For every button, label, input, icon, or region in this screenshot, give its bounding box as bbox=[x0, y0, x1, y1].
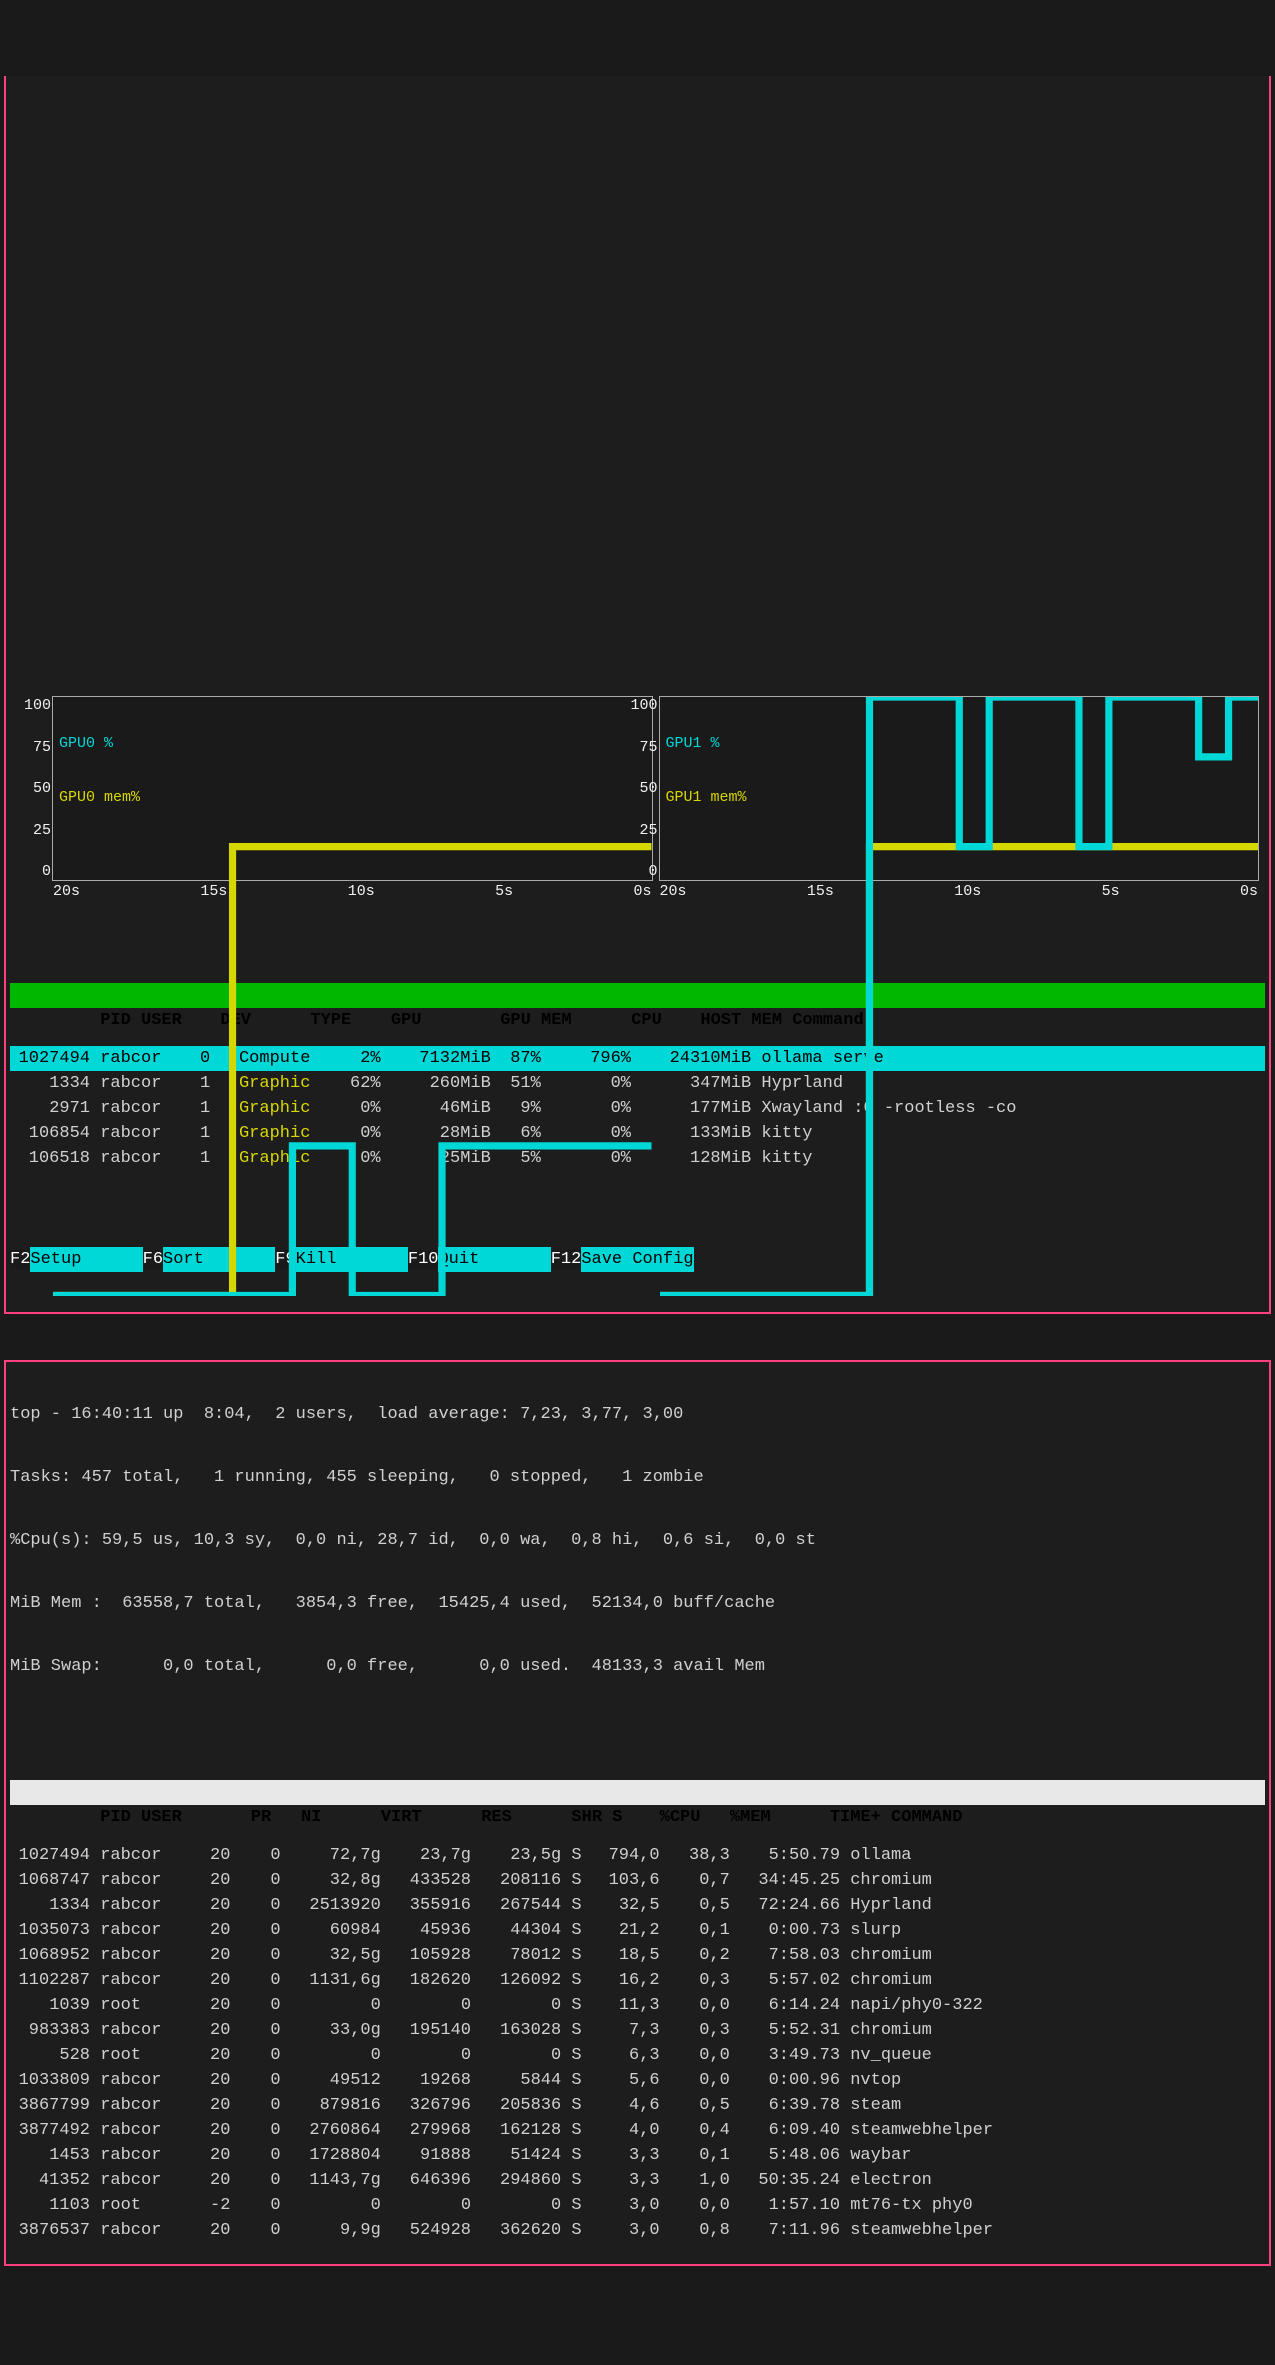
device0-line1: Device 0 [NVIDIA GeForce RTX 3070 Ti Lap… bbox=[10, 154, 1265, 179]
x-axis-labels: 20s15s10s5s0s bbox=[660, 883, 1259, 900]
top-proc-row[interactable]: 1027494 rabcor 20 0 72,7g 23,7g 23,5g S … bbox=[10, 1843, 1265, 1868]
gpu0-chart: 1007550250 GPU0 % GPU0 mem% 20s15s10s5s0… bbox=[52, 696, 653, 881]
x-axis-labels: 20s15s10s5s0s bbox=[53, 883, 652, 900]
gpu0-plot bbox=[53, 697, 652, 1296]
top-proc-row[interactable]: 1068747 rabcor 20 0 32,8g 433528 208116 … bbox=[10, 1868, 1265, 1893]
gpu1-chart: 1007550250 GPU1 % GPU1 mem% 20s15s10s5s0… bbox=[659, 696, 1260, 881]
nvtop-panel: Device 0 [NVIDIA GeForce RTX 3070 Ti Lap… bbox=[4, 76, 1271, 1314]
top-proc-row[interactable]: 1039 root 20 0 0 0 0 S 11,3 0,0 6:14.24 … bbox=[10, 1993, 1265, 2018]
top-proc-row[interactable]: 3876537 rabcor 20 0 9,9g 524928 362620 S… bbox=[10, 2218, 1265, 2243]
fkey-label: F2 bbox=[10, 1250, 30, 1269]
top-summary-line: top - 16:40:11 up 8:04, 2 users, load av… bbox=[10, 1402, 1265, 1427]
device0-bars: GPU[|2%] MEM[|||||||||||||||||||||||||||… bbox=[10, 280, 1265, 305]
gpu1-plot bbox=[660, 697, 1259, 1296]
top-proc-table: 1027494 rabcor 20 0 72,7g 23,7g 23,5g S … bbox=[10, 1843, 1265, 2243]
y-axis-labels: 1007550250 bbox=[17, 697, 51, 880]
top-proc-row[interactable]: 983383 rabcor 20 0 33,0g 195140 163028 S… bbox=[10, 2018, 1265, 2043]
top-proc-row[interactable]: 528 root 20 0 0 0 0 S 6,3 0,0 3:49.73 nv… bbox=[10, 2043, 1265, 2068]
top-proc-row[interactable]: 1103 root -2 0 0 0 0 S 3,0 0,0 1:57.10 m… bbox=[10, 2193, 1265, 2218]
top-proc-row[interactable]: 1102287 rabcor 20 0 1131,6g 182620 12609… bbox=[10, 1968, 1265, 1993]
top-proc-row[interactable]: 1035073 rabcor 20 0 60984 45936 44304 S … bbox=[10, 1918, 1265, 1943]
top-summary-line: MiB Mem : 63558,7 total, 3854,3 free, 15… bbox=[10, 1591, 1265, 1616]
top-proc-row[interactable]: 1068952 rabcor 20 0 32,5g 105928 78012 S… bbox=[10, 1943, 1265, 1968]
top-proc-row[interactable]: 3877492 rabcor 20 0 2760864 279968 16212… bbox=[10, 2118, 1265, 2143]
device1-line1: Device 1 [AMD Radeon Graphics] Integrate… bbox=[10, 463, 1265, 488]
top-proc-row[interactable]: 1033809 rabcor 20 0 49512 19268 5844 S 5… bbox=[10, 2068, 1265, 2093]
device1-bars: GPU[||||||||||||||||||||||||||||||||||||… bbox=[10, 589, 1265, 614]
device0-line2: GPU 1410MHz MEM 7000MHz TEMP 53°C FAN N/… bbox=[10, 217, 1265, 242]
top-panel: top - 16:40:11 up 8:04, 2 users, load av… bbox=[4, 1360, 1271, 2266]
top-proc-row[interactable]: 1334 rabcor 20 0 2513920 355916 267544 S… bbox=[10, 1893, 1265, 1918]
top-proc-row[interactable]: 3867799 rabcor 20 0 879816 326796 205836… bbox=[10, 2093, 1265, 2118]
top-summary-line: %Cpu(s): 59,5 us, 10,3 sy, 0,0 ni, 28,7 … bbox=[10, 1528, 1265, 1553]
y-axis-labels: 1007550250 bbox=[624, 697, 658, 880]
top-proc-row[interactable]: 1453 rabcor 20 0 1728804 91888 51424 S 3… bbox=[10, 2143, 1265, 2168]
device1-line2: GPU 2400MHz MEM 2400MHz TEMP 70°C CPU-FA… bbox=[10, 526, 1265, 551]
top-summary-line: MiB Swap: 0,0 total, 0,0 free, 0,0 used.… bbox=[10, 1654, 1265, 1679]
top-summary-line: Tasks: 457 total, 1 running, 455 sleepin… bbox=[10, 1465, 1265, 1490]
top-proc-row[interactable]: 41352 rabcor 20 0 1143,7g 646396 294860 … bbox=[10, 2168, 1265, 2193]
top-header[interactable]: PID USER PR NI VIRT RES SHR S %CPU %MEM … bbox=[10, 1780, 1265, 1805]
